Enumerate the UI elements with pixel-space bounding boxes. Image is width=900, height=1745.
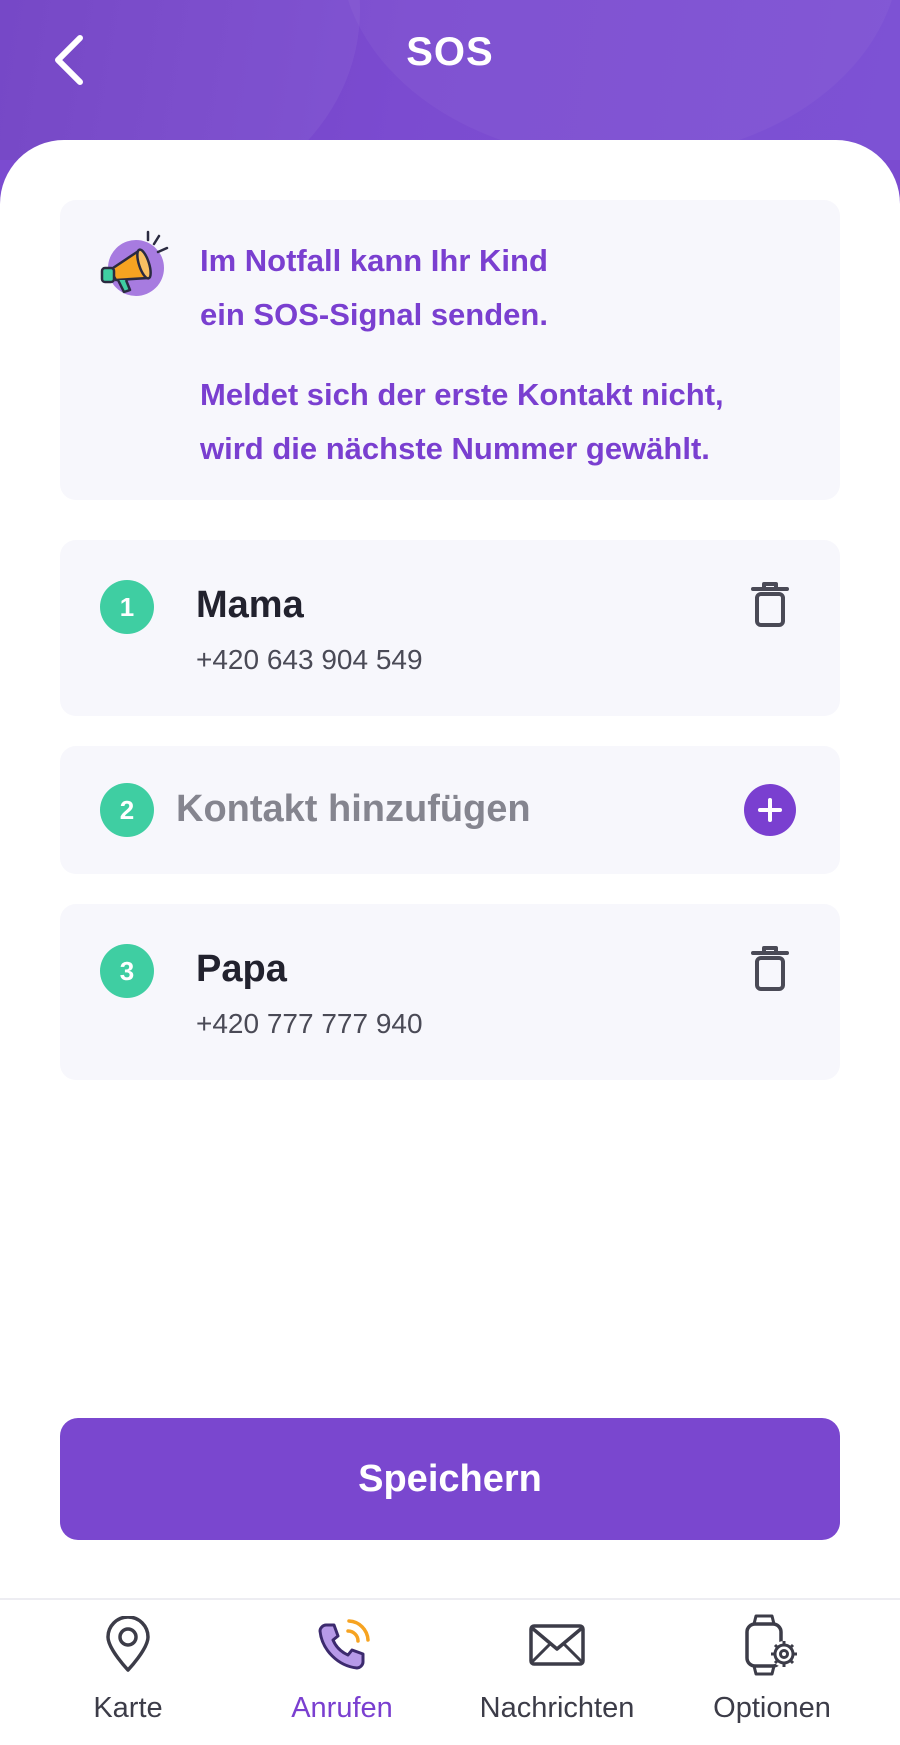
header-decoration [340, 0, 900, 160]
nav-item-karte[interactable]: Karte [28, 1610, 228, 1740]
contact-name: Mama [196, 584, 304, 626]
add-contact-button[interactable] [744, 784, 796, 836]
contact-number-badge: 1 [100, 580, 154, 634]
contact-number-badge: 2 [100, 783, 154, 837]
plus-icon [758, 798, 782, 822]
page-title: SOS [406, 30, 494, 74]
delete-contact-button[interactable] [742, 576, 798, 632]
watch-settings-icon [737, 1610, 807, 1680]
nav-label: Optionen [713, 1692, 831, 1724]
megaphone-icon [100, 230, 169, 296]
envelope-icon [522, 1610, 592, 1680]
info-line: wird die nächste Nummer gewählt. [200, 431, 710, 466]
contact-name: Papa [196, 948, 287, 990]
trash-icon [751, 582, 789, 627]
nav-item-nachrichten[interactable]: Nachrichten [457, 1610, 657, 1740]
content-sheet: Im Notfall kann Ihr Kind ein SOS-Signal … [0, 140, 900, 1745]
contact-card-3[interactable]: 3 Papa +420 777 777 940 [60, 904, 840, 1080]
info-card: Im Notfall kann Ihr Kind ein SOS-Signal … [60, 200, 840, 500]
contact-phone: +420 777 777 940 [196, 1008, 423, 1039]
map-pin-icon [93, 1610, 163, 1680]
info-line: Meldet sich der erste Kontakt nicht, [200, 377, 724, 412]
nav-item-optionen[interactable]: Optionen [672, 1610, 872, 1740]
nav-label: Anrufen [291, 1692, 393, 1724]
nav-label: Karte [93, 1692, 163, 1724]
nav-item-anrufen[interactable]: Anrufen [242, 1610, 442, 1740]
info-text: Im Notfall kann Ihr Kind ein SOS-Signal … [200, 234, 820, 476]
info-line: ein SOS-Signal senden. [200, 297, 548, 332]
info-line: Im Notfall kann Ihr Kind [200, 243, 548, 278]
add-contact-label: Kontakt hinzufügen [176, 788, 531, 830]
sos-screen: SOS Im Notfall kann Ihr Kind ein SOS-Sig… [0, 0, 900, 1745]
phone-ringing-icon [307, 1610, 377, 1680]
contact-phone: +420 643 904 549 [196, 644, 423, 675]
info-paragraph: Meldet sich der erste Kontakt nicht, wir… [200, 368, 820, 476]
nav-label: Nachrichten [479, 1692, 635, 1724]
info-paragraph: Im Notfall kann Ihr Kind ein SOS-Signal … [200, 234, 820, 342]
bottom-nav: Karte Anrufen Nachrichten Optionen [0, 1598, 900, 1745]
save-button[interactable]: Speichern [60, 1418, 840, 1540]
add-contact-card[interactable]: 2 Kontakt hinzufügen [60, 746, 840, 874]
header: SOS [0, 0, 900, 160]
delete-contact-button[interactable] [742, 940, 798, 996]
contact-number-badge: 3 [100, 944, 154, 998]
contact-card-1[interactable]: 1 Mama +420 643 904 549 [60, 540, 840, 716]
trash-icon [751, 946, 789, 991]
